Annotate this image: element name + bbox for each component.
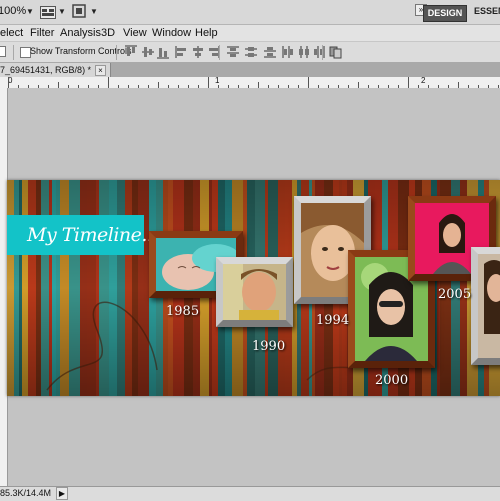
menu-view[interactable]: View: [123, 27, 147, 39]
align-right-icon[interactable]: [206, 45, 220, 59]
ruler-label: 2: [421, 77, 426, 85]
menu-analysis[interactable]: Analysis: [60, 27, 101, 39]
photo-frame-1990[interactable]: [216, 257, 293, 327]
year-label-2005: 2005: [438, 287, 472, 302]
document-tab-title: 7_69451431, RGB/8) *: [0, 65, 92, 75]
status-menu-icon[interactable]: ▶: [56, 487, 68, 500]
year-label-1994: 1994: [316, 313, 350, 328]
child-photo: [223, 264, 286, 320]
ruler-tick: [208, 77, 209, 88]
zoom-dropdown-icon[interactable]: ▼: [26, 7, 34, 16]
woman-photo: [478, 254, 500, 358]
application-bar: 100% ▼ ▼ ▼ » DESIGN ESSEN: [0, 0, 500, 25]
distribute-vertical-center-icon[interactable]: [244, 45, 258, 59]
auto-align-layers-icon[interactable]: [329, 45, 343, 59]
year-label-2000: 2000: [375, 373, 409, 388]
ruler-tick: [108, 77, 109, 88]
year-label-1985: 1985: [166, 304, 200, 319]
separator: [219, 45, 220, 60]
align-bottom-icon[interactable]: [156, 45, 170, 59]
menu-filter[interactable]: Filter: [30, 27, 54, 39]
menu-bar: elect Filter Analysis 3D View Window Hel…: [0, 25, 500, 41]
ruler-label: 1: [215, 77, 220, 85]
auto-select-dropdown[interactable]: [0, 46, 6, 57]
separator: [322, 45, 323, 60]
close-tab-icon[interactable]: ×: [95, 65, 106, 76]
align-vertical-center-icon[interactable]: [141, 45, 155, 59]
workspace-design-button[interactable]: DESIGN: [423, 5, 467, 22]
year-label-1990: 1990: [252, 339, 286, 354]
separator: [13, 45, 14, 60]
menu-select[interactable]: elect: [0, 27, 23, 39]
align-top-icon[interactable]: [124, 45, 138, 59]
distribute-horizontal-center-icon[interactable]: [297, 45, 311, 59]
status-bar: 85.3K/14.4M ▶: [0, 486, 500, 501]
options-bar: Show Transform Controls: [0, 41, 500, 63]
view-extras-dropdown-icon[interactable]: ▼: [58, 7, 66, 16]
arrange-documents-icon[interactable]: [72, 4, 86, 21]
document-size: 85.3K/14.4M: [0, 488, 52, 498]
menu-3d[interactable]: 3D: [101, 27, 115, 39]
menu-window[interactable]: Window: [152, 27, 191, 39]
separator: [116, 45, 117, 60]
distribute-left-icon[interactable]: [281, 45, 295, 59]
ruler-tick: [408, 77, 409, 88]
arrange-dropdown-icon[interactable]: ▼: [90, 7, 98, 16]
distribute-top-icon[interactable]: [226, 45, 240, 59]
menu-help[interactable]: Help: [195, 27, 218, 39]
align-left-icon[interactable]: [175, 45, 189, 59]
timeline-title-banner: My Timeline......: [7, 215, 175, 255]
document-tab-bar: 7_69451431, RGB/8) * ×: [0, 62, 500, 77]
align-horizontal-center-icon[interactable]: [191, 45, 205, 59]
view-extras-icon[interactable]: [40, 6, 56, 19]
workspace-essentials-button[interactable]: ESSEN: [474, 6, 500, 16]
photo-frame-latest[interactable]: [471, 247, 500, 365]
zoom-level[interactable]: 100%: [0, 5, 26, 17]
distribute-right-icon[interactable]: [312, 45, 326, 59]
distribute-bottom-icon[interactable]: [263, 45, 277, 59]
ruler-tick: [308, 77, 309, 88]
ruler-tick: [8, 77, 9, 88]
document-tab[interactable]: 7_69451431, RGB/8) * ×: [0, 63, 111, 77]
